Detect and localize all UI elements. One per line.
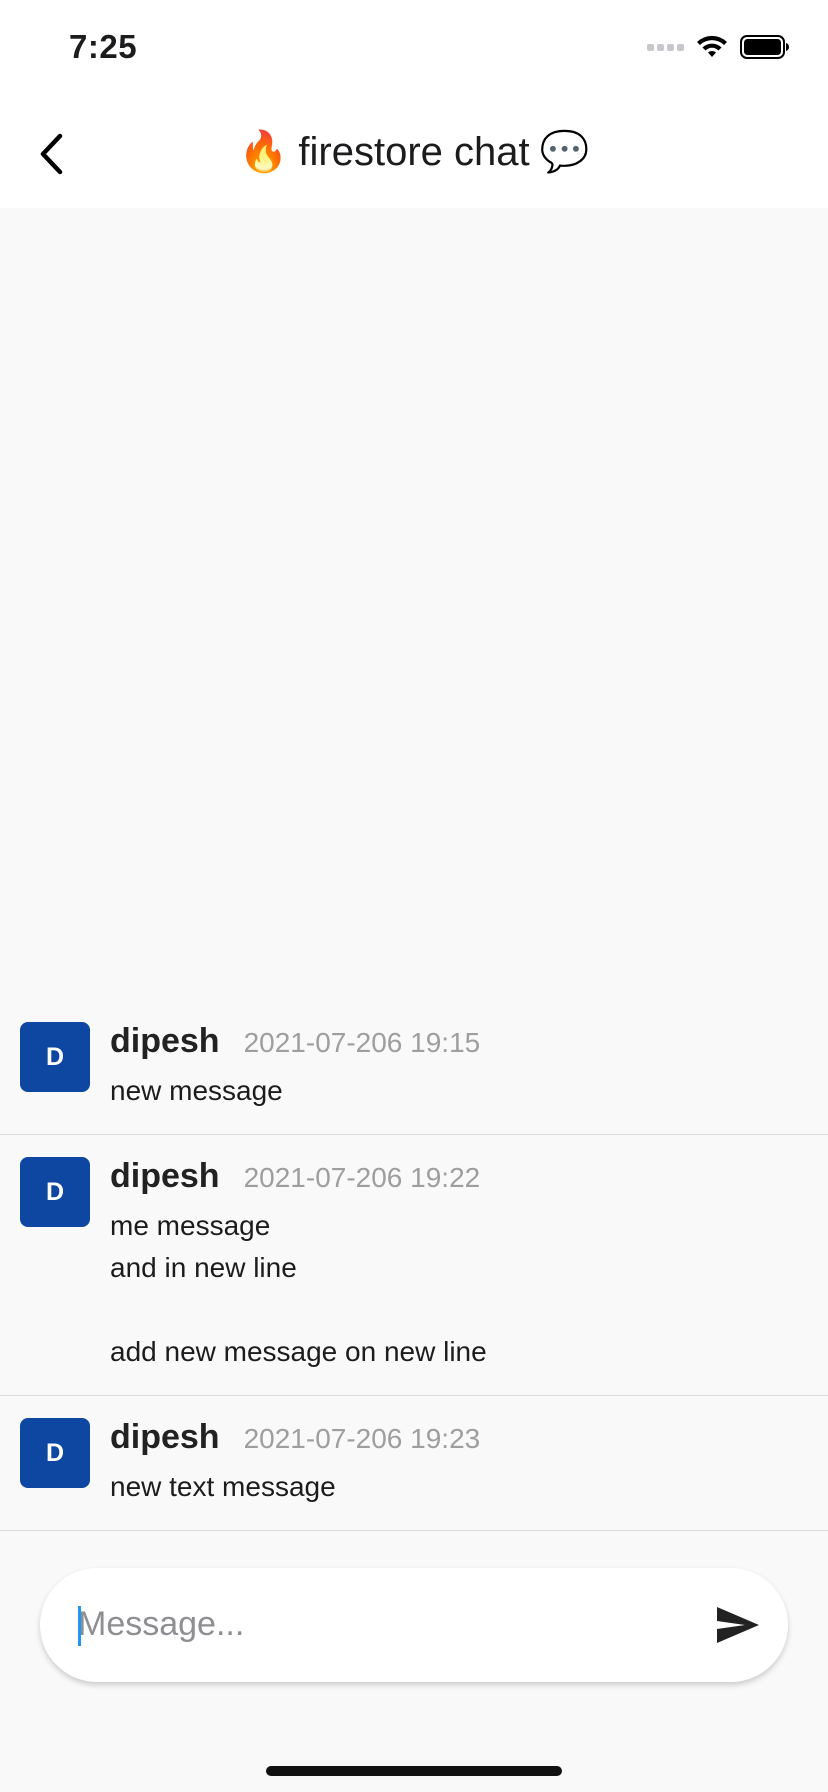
status-icons <box>647 35 790 59</box>
message-timestamp: 2021-07-206 19:15 <box>243 1027 481 1058</box>
home-indicator <box>266 1766 562 1776</box>
send-button[interactable] <box>710 1597 766 1653</box>
wifi-icon <box>697 35 727 57</box>
page-title-text: firestore chat <box>298 130 530 174</box>
message-timestamp: 2021-07-206 19:23 <box>243 1423 481 1454</box>
message-author: dipesh <box>110 1022 220 1060</box>
message-author: dipesh <box>110 1418 220 1456</box>
avatar: D <box>20 1022 90 1092</box>
message-input[interactable] <box>78 1594 688 1654</box>
message-text: new message <box>110 1075 283 1106</box>
status-time: 7:25 <box>69 28 138 65</box>
battery-icon <box>740 35 789 59</box>
message-item: D dipesh 2021-07-206 19:15 new message <box>0 1000 828 1135</box>
text-cursor <box>78 1606 81 1646</box>
message-text: me message and in new line add new messa… <box>110 1210 487 1367</box>
cellular-signal-icon <box>647 43 684 51</box>
speech-bubble-icon: 💬 <box>539 130 590 174</box>
message-list: D dipesh 2021-07-206 19:15 new message D… <box>0 1000 828 1531</box>
avatar: D <box>20 1418 90 1488</box>
message-composer <box>40 1568 788 1682</box>
message-item: D dipesh 2021-07-206 19:22 me message an… <box>0 1135 828 1396</box>
message-author: dipesh <box>110 1157 220 1195</box>
app-bar: 🔥 firestore chat 💬 <box>0 100 828 208</box>
page-title: 🔥 firestore chat 💬 <box>0 126 828 178</box>
message-text: new text message <box>110 1471 336 1502</box>
status-bar: 7:25 <box>0 0 828 100</box>
avatar: D <box>20 1157 90 1227</box>
fire-icon: 🔥 <box>238 130 289 174</box>
message-timestamp: 2021-07-206 19:22 <box>243 1162 481 1193</box>
send-icon <box>717 1607 759 1643</box>
message-item: D dipesh 2021-07-206 19:23 new text mess… <box>0 1396 828 1531</box>
